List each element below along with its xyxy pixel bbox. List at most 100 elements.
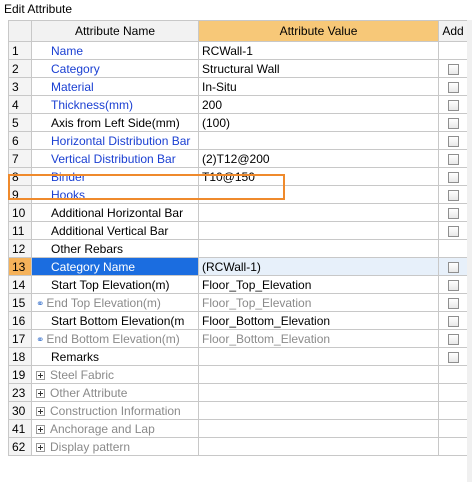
attribute-value-cell[interactable] (198, 365, 439, 384)
attribute-name-cell[interactable]: Construction Information (31, 401, 199, 420)
attribute-value-cell[interactable] (198, 239, 439, 258)
attribute-row[interactable]: 15 ⚭ End Top Elevation(m) Floor_Top_Elevati… (8, 293, 468, 312)
header-row: Attribute Name Attribute Value Add (8, 20, 468, 42)
add-checkbox[interactable] (447, 189, 459, 201)
add-checkbox[interactable] (447, 99, 459, 111)
attribute-value-cell[interactable] (198, 437, 439, 456)
attribute-name-cell[interactable]: Start Bottom Elevation(m (31, 311, 199, 330)
attribute-row[interactable]: 30 Construction Information (8, 401, 468, 420)
expand-icon[interactable] (36, 424, 45, 434)
attribute-row[interactable]: 18 Remarks (8, 347, 468, 366)
add-checkbox[interactable] (447, 207, 459, 219)
add-checkbox[interactable] (447, 117, 459, 129)
attribute-row[interactable]: 11 Additional Vertical Bar (8, 221, 468, 240)
add-checkbox[interactable] (447, 63, 459, 75)
expand-icon[interactable] (36, 388, 45, 398)
attribute-row[interactable]: 23 Other Attribute (8, 383, 468, 402)
attribute-name-cell[interactable]: Axis from Left Side(mm) (31, 113, 199, 132)
attribute-name-cell[interactable]: Hooks (31, 185, 199, 204)
attribute-name-cell[interactable]: Vertical Distribution Bar (31, 149, 199, 168)
add-checkbox[interactable] (447, 279, 459, 291)
attribute-row[interactable]: 3 Material In-Situ (8, 77, 468, 96)
attribute-name-cell[interactable]: Additional Vertical Bar (31, 221, 199, 240)
attribute-value-cell[interactable]: Floor_Bottom_Elevation (198, 311, 439, 330)
attribute-row[interactable]: 4 Thickness(mm) 200 (8, 95, 468, 114)
add-checkbox[interactable] (447, 153, 459, 165)
attribute-name-cell[interactable]: Other Rebars (31, 239, 199, 258)
attribute-name-cell[interactable]: Name (31, 41, 199, 60)
attribute-name-cell[interactable]: Thickness(mm) (31, 95, 199, 114)
add-checkbox[interactable] (447, 81, 459, 93)
attribute-value-cell[interactable] (198, 383, 439, 402)
attribute-name-cell[interactable]: Display pattern (31, 437, 199, 456)
attribute-name-cell[interactable]: Anchorage and Lap (31, 419, 199, 438)
attribute-row[interactable]: 13 Category Name (RCWall-1) (8, 257, 468, 276)
header-add[interactable]: Add (438, 20, 468, 42)
attribute-value-cell[interactable] (198, 419, 439, 438)
attribute-name-cell[interactable]: Material (31, 77, 199, 96)
add-checkbox[interactable] (447, 171, 459, 183)
attribute-value-cell[interactable]: 200 (198, 95, 439, 114)
attribute-row[interactable]: 9 Hooks (8, 185, 468, 204)
attribute-name-cell[interactable]: Category (31, 59, 199, 78)
add-checkbox[interactable] (447, 351, 459, 363)
attribute-name-cell[interactable]: ⚭ End Top Elevation(m) (31, 293, 199, 312)
attribute-name-cell[interactable]: Horizontal Distribution Bar (31, 131, 199, 150)
add-cell (438, 77, 468, 96)
attribute-row[interactable]: 8 Binder T10@150 (8, 167, 468, 186)
attribute-name-cell[interactable]: Start Top Elevation(m) (31, 275, 199, 294)
attribute-value-cell[interactable] (198, 221, 439, 240)
attribute-value-cell[interactable] (198, 401, 439, 420)
add-checkbox[interactable] (447, 297, 459, 309)
attribute-row[interactable]: 14 Start Top Elevation(m) Floor_Top_Elevat… (8, 275, 468, 294)
attribute-row[interactable]: 6 Horizontal Distribution Bar (8, 131, 468, 150)
attribute-row[interactable]: 12 Other Rebars (8, 239, 468, 258)
attribute-value-cell[interactable] (198, 347, 439, 366)
attribute-value-cell[interactable]: Structural Wall (198, 59, 439, 78)
expand-icon[interactable] (36, 442, 45, 452)
attribute-row[interactable]: 62 Display pattern (8, 437, 468, 456)
attribute-row[interactable]: 17 ⚭ End Bottom Elevation(m) Floor_Bottom_E… (8, 329, 468, 348)
header-attribute-value[interactable]: Attribute Value (198, 20, 439, 42)
attribute-value-cell[interactable]: Floor_Top_Elevation (198, 293, 439, 312)
add-checkbox[interactable] (447, 135, 459, 147)
attribute-name-cell[interactable]: Steel Fabric (31, 365, 199, 384)
add-checkbox[interactable] (447, 315, 459, 327)
attribute-value-cell[interactable]: In-Situ (198, 77, 439, 96)
attribute-row[interactable]: 16 Start Bottom Elevation(m Floor_Bottom_E… (8, 311, 468, 330)
add-checkbox[interactable] (447, 333, 459, 345)
expand-icon[interactable] (36, 370, 45, 380)
attribute-value-cell[interactable]: (2)T12@200 (198, 149, 439, 168)
attribute-name-cell[interactable]: Remarks (31, 347, 199, 366)
attribute-name-cell[interactable]: Additional Horizontal Bar (31, 203, 199, 222)
attribute-row[interactable]: 5 Axis from Left Side(mm) (100) (8, 113, 468, 132)
attribute-name-cell[interactable]: ⚭ End Bottom Elevation(m) (31, 329, 199, 348)
attribute-row[interactable]: 7 Vertical Distribution Bar (2)T12@200 (8, 149, 468, 168)
attribute-value-cell[interactable]: RCWall-1 (198, 41, 439, 60)
attribute-row[interactable]: 10 Additional Horizontal Bar (8, 203, 468, 222)
attribute-name-cell[interactable]: Binder (31, 167, 199, 186)
add-checkbox[interactable] (447, 261, 459, 273)
add-cell (438, 329, 468, 348)
attribute-name-cell[interactable]: Category Name (31, 257, 199, 276)
attribute-value-cell[interactable]: Floor_Bottom_Elevation (198, 329, 439, 348)
attribute-name-cell[interactable]: Other Attribute (31, 383, 199, 402)
attribute-name-label: Hooks (51, 187, 86, 202)
row-number: 7 (8, 149, 32, 168)
expand-icon[interactable] (36, 406, 45, 416)
attribute-value-cell[interactable]: (100) (198, 113, 439, 132)
attribute-value-cell[interactable] (198, 203, 439, 222)
attribute-value-cell[interactable] (198, 131, 439, 150)
vertical-scrollbar[interactable] (467, 20, 472, 482)
attribute-name-label: Name (51, 43, 84, 58)
attribute-value-cell[interactable]: T10@150 (198, 167, 439, 186)
attribute-row[interactable]: 2 Category Structural Wall (8, 59, 468, 78)
attribute-value-cell[interactable]: Floor_Top_Elevation (198, 275, 439, 294)
attribute-value-cell[interactable]: (RCWall-1) (198, 257, 439, 276)
attribute-row[interactable]: 41 Anchorage and Lap (8, 419, 468, 438)
add-checkbox[interactable] (447, 225, 459, 237)
attribute-value-cell[interactable] (198, 185, 439, 204)
attribute-row[interactable]: 1 Name RCWall-1 (8, 41, 468, 60)
header-attribute-name[interactable]: Attribute Name (31, 20, 199, 42)
attribute-row[interactable]: 19 Steel Fabric (8, 365, 468, 384)
